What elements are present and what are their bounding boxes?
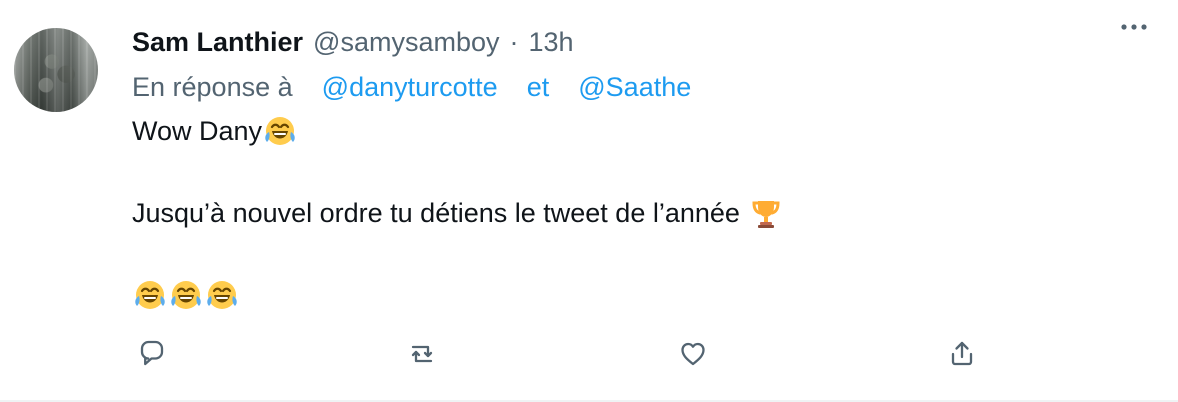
tweet-text-line-2: Jusqu’à nouvel ordre tu détiens le tweet… [132,195,1152,231]
laughing-tears-emoji-icon [262,113,298,149]
trophy-emoji-icon [748,195,784,231]
tweet-time[interactable]: 13h [529,24,574,60]
reply-button[interactable] [132,334,172,374]
tweet-text-segment-2: Jusqu’à nouvel ordre tu détiens le tweet… [132,198,740,228]
author-handle[interactable]: @samysamboy [313,24,499,60]
heart-icon [676,337,710,371]
laughing-tears-emoji-icon [132,277,168,313]
reply-context: En réponse à @danyturcotte et @Saathe [132,69,1152,105]
retweet-button[interactable] [402,334,442,374]
tweet-header: Sam Lanthier @samysamboy · 13h [132,24,1152,60]
retweet-icon [405,337,439,371]
tweet-actions [132,334,992,374]
share-icon [945,337,979,371]
reply-user-danyturcotte[interactable]: @danyturcotte [322,72,498,102]
reply-prefix: En réponse à [132,72,293,102]
laughing-tears-emoji-icon [204,277,240,313]
author-name[interactable]: Sam Lanthier [132,24,303,60]
tweet-card: Sam Lanthier @samysamboy · 13h En répons… [0,0,1178,402]
profile-avatar[interactable] [14,28,98,112]
tweet-text-line-1: Wow Dany [132,113,1152,149]
reply-icon [135,337,169,371]
reply-user-saathe[interactable]: @Saathe [578,72,691,102]
tweet-text-segment-1: Wow Dany [132,116,263,146]
reply-joiner: et [526,72,550,102]
like-button[interactable] [673,334,713,374]
tweet-content: Sam Lanthier @samysamboy · 13h En répons… [132,24,1152,313]
laughing-tears-emoji-icon [168,277,204,313]
share-button[interactable] [942,334,982,374]
header-separator: · [509,27,519,57]
tweet-text-line-3 [132,277,1152,313]
